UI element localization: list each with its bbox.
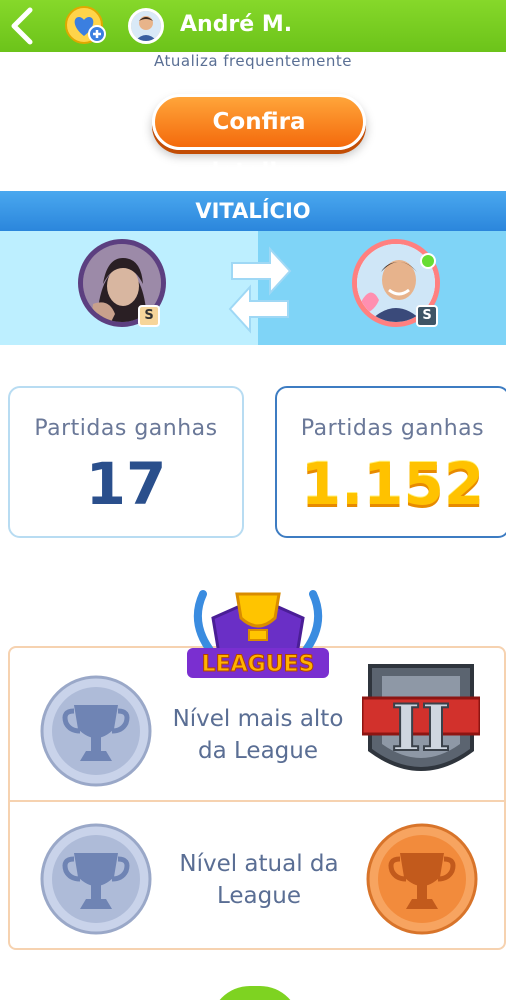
tier-numeral: II: [391, 691, 451, 766]
heart-plus-icon[interactable]: [64, 5, 108, 45]
user-name: André M.: [180, 12, 293, 37]
games-won-label: Partidas ganhas: [300, 416, 485, 441]
online-status-dot: [420, 253, 436, 269]
letter-tile-badge: S: [416, 305, 438, 327]
leagues-logo: LEAGUES: [187, 590, 329, 678]
games-won-value: 1.152: [300, 450, 485, 518]
games-won-label: Partidas ganhas: [34, 416, 218, 441]
details-button[interactable]: Confira detalhes: [152, 94, 366, 185]
bottom-action-button[interactable]: [210, 986, 300, 1000]
top-bar: André M.: [0, 0, 506, 52]
highest-league-level-label: Nível mais alto da League: [172, 706, 344, 764]
lifetime-header: VITALÍCIO: [0, 191, 506, 231]
games-won-value: 17: [85, 450, 167, 518]
avatar[interactable]: [128, 8, 164, 44]
versus-band: S S: [0, 231, 506, 345]
update-note: Atualiza frequentemente: [154, 52, 352, 70]
player-stat-card: Partidas ganhas 1.152: [275, 386, 506, 538]
current-league-level-label: Nível atual da League: [179, 851, 339, 909]
league-tier-badge-icon: II: [362, 664, 480, 771]
silver-trophy-icon: [40, 675, 152, 787]
chevron-left-icon[interactable]: [6, 6, 40, 46]
swap-arrows-icon: [228, 246, 292, 334]
silver-trophy-icon: [40, 823, 152, 935]
leagues-logo-text: LEAGUES: [202, 652, 315, 677]
divider: [8, 800, 506, 802]
opponent-stat-card: Partidas ganhas 17: [8, 386, 244, 538]
bronze-trophy-icon: [366, 823, 478, 935]
letter-tile-badge: S: [138, 305, 160, 327]
